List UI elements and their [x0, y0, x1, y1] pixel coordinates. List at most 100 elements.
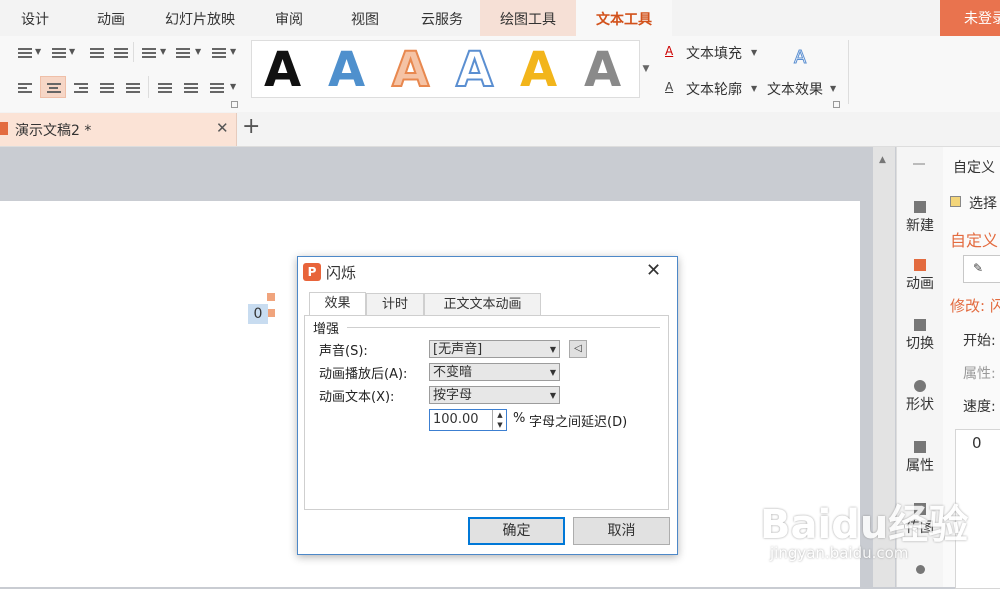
section-title: 自定义	[950, 231, 999, 250]
nav-new[interactable]: 新建	[897, 201, 943, 235]
dialog-launcher-icon[interactable]	[231, 101, 238, 108]
animation-order-marker[interactable]: 0	[248, 304, 268, 324]
text-effect-icon[interactable]: A	[793, 47, 806, 69]
document-name: 演示文稿2 *	[15, 123, 92, 139]
text-style-blue[interactable]: A	[328, 43, 365, 97]
animation-list-item[interactable]: 0	[972, 434, 982, 452]
justify-icon[interactable]	[100, 81, 114, 93]
delay-unit: %	[513, 411, 526, 426]
align-left-icon[interactable]	[18, 81, 32, 93]
divider	[148, 76, 149, 98]
add-effect-button[interactable]: ✎	[963, 255, 1000, 283]
text-style-gray[interactable]: A	[584, 43, 621, 97]
divider	[133, 42, 134, 62]
watermark-brand: Baidu经验	[760, 502, 969, 548]
chevron-down-icon[interactable]: ▼	[160, 47, 166, 56]
shape-icon	[914, 380, 926, 392]
resize-handle[interactable]	[267, 309, 275, 317]
text-style-black[interactable]: A	[264, 43, 301, 97]
tab-panel-effect: 增强 声音(S): [无声音] ▼ ◁ 动画播放后(A): 不变暗 ▼ 动画文本…	[304, 315, 669, 510]
chevron-down-icon[interactable]: ▼	[751, 84, 757, 93]
tab-text-animation[interactable]: 正文文本动画	[424, 293, 541, 315]
distribute-icon[interactable]	[126, 81, 140, 93]
sound-label: 声音(S):	[319, 344, 368, 359]
sound-select[interactable]: [无声音] ▼	[429, 340, 560, 358]
chevron-down-icon[interactable]: ▼	[195, 47, 201, 56]
close-icon[interactable]: ✕	[216, 119, 229, 137]
group-title-enhance: 增强	[313, 322, 340, 337]
chevron-down-icon[interactable]: ▼	[69, 47, 75, 56]
presentation-file-icon	[0, 122, 8, 135]
select-pane-button[interactable]: 选择	[969, 193, 997, 213]
tab-review[interactable]: 审阅	[254, 0, 324, 36]
tab-slideshow[interactable]: 幻灯片放映	[152, 0, 248, 36]
resize-handle[interactable]	[267, 293, 275, 301]
stepper-arrows-icon[interactable]: ▲ ▼	[492, 410, 507, 430]
text-style-yellow[interactable]: A	[520, 43, 557, 97]
speed-label: 速度:	[963, 399, 996, 415]
new-tab-button[interactable]: +	[242, 114, 260, 139]
gallery-more-icon[interactable]: ▼	[641, 58, 651, 80]
tab-cloud[interactable]: 云服务	[406, 0, 478, 36]
animate-text-select[interactable]: 按字母 ▼	[429, 386, 560, 404]
animate-text-label: 动画文本(X):	[319, 390, 395, 405]
columns-icon[interactable]	[142, 46, 156, 58]
tab-effect[interactable]: 效果	[309, 292, 366, 316]
group-divider	[347, 327, 660, 328]
speaker-icon[interactable]: ◁	[569, 340, 587, 358]
text-style-orange-outline[interactable]: A	[391, 42, 430, 98]
chevron-down-icon[interactable]: ▼	[230, 82, 236, 91]
delay-input[interactable]: 100.00	[433, 412, 479, 427]
menu-bar: 设计 动画 幻灯片放映 审阅 视图 云服务 绘图工具 文本工具 未登录	[0, 0, 1000, 36]
text-style-gallery: A A A A A A	[251, 40, 640, 98]
text-fill-icon[interactable]: A	[665, 44, 673, 58]
document-tab[interactable]: 演示文稿2 * ✕	[0, 113, 237, 146]
tab-text-tools[interactable]: 文本工具	[576, 0, 672, 36]
tab-view[interactable]: 视图	[330, 0, 400, 36]
decrease-indent-icon[interactable]	[90, 46, 104, 58]
new-icon	[914, 201, 926, 213]
increase-indent-icon[interactable]	[114, 46, 128, 58]
close-icon[interactable]: ✕	[646, 260, 661, 281]
align-right-icon[interactable]	[74, 81, 88, 93]
nav-shape[interactable]: 形状	[897, 380, 943, 414]
nav-properties[interactable]: 属性	[897, 441, 943, 475]
text-fill-button[interactable]: 文本填充	[686, 43, 742, 63]
tab-timing[interactable]: 计时	[366, 293, 424, 315]
chevron-down-icon[interactable]: ▼	[751, 48, 757, 57]
bullet-list-icon[interactable]	[18, 46, 32, 58]
align-center-button[interactable]	[40, 76, 66, 98]
text-style-blue-outline[interactable]: A	[455, 42, 494, 98]
dialog-titlebar[interactable]: P 闪烁 ✕	[298, 257, 677, 287]
tab-animation[interactable]: 动画	[76, 0, 146, 36]
chevron-down-icon[interactable]: ▼	[230, 47, 236, 56]
watermark: Baidu经验 jingyan.baidu.com	[760, 472, 1000, 587]
chevron-down-icon[interactable]: ▼	[830, 84, 836, 93]
collapse-handle[interactable]	[913, 163, 925, 165]
line-spacing-icon[interactable]	[158, 81, 172, 93]
dialog-launcher-icon[interactable]	[833, 101, 840, 108]
text-outline-button[interactable]: 文本轮廓	[686, 79, 742, 99]
text-outline-icon[interactable]: A	[665, 80, 673, 94]
scroll-up-icon[interactable]: ▲	[879, 155, 886, 165]
tab-drawing-tools[interactable]: 绘图工具	[480, 0, 576, 36]
effect-options-dialog: P 闪烁 ✕ 效果 计时 正文文本动画 增强 声音(S): [无声音] ▼ ◁ …	[297, 256, 678, 555]
cancel-button[interactable]: 取消	[573, 517, 670, 545]
after-animation-select[interactable]: 不变暗 ▼	[429, 363, 560, 381]
numbered-list-icon[interactable]	[52, 46, 66, 58]
paragraph-spacing-icon[interactable]	[184, 81, 198, 93]
text-effect-button[interactable]: 文本效果	[767, 79, 823, 99]
nav-transition[interactable]: 切换	[897, 319, 943, 353]
transition-icon	[914, 319, 926, 331]
align-text-icon[interactable]	[212, 46, 226, 58]
nav-animation[interactable]: 动画	[897, 259, 943, 293]
paragraph-settings-icon[interactable]	[210, 81, 224, 93]
tab-design[interactable]: 设计	[0, 0, 70, 36]
ok-button[interactable]: 确定	[468, 517, 565, 545]
delay-stepper[interactable]: 100.00 ▲ ▼	[429, 409, 507, 431]
app-logo-icon: P	[303, 263, 321, 281]
login-button[interactable]: 未登录	[940, 0, 1000, 36]
text-direction-icon[interactable]	[176, 46, 190, 58]
chevron-down-icon[interactable]: ▼	[35, 47, 41, 56]
panel-title: 自定义	[953, 160, 995, 176]
